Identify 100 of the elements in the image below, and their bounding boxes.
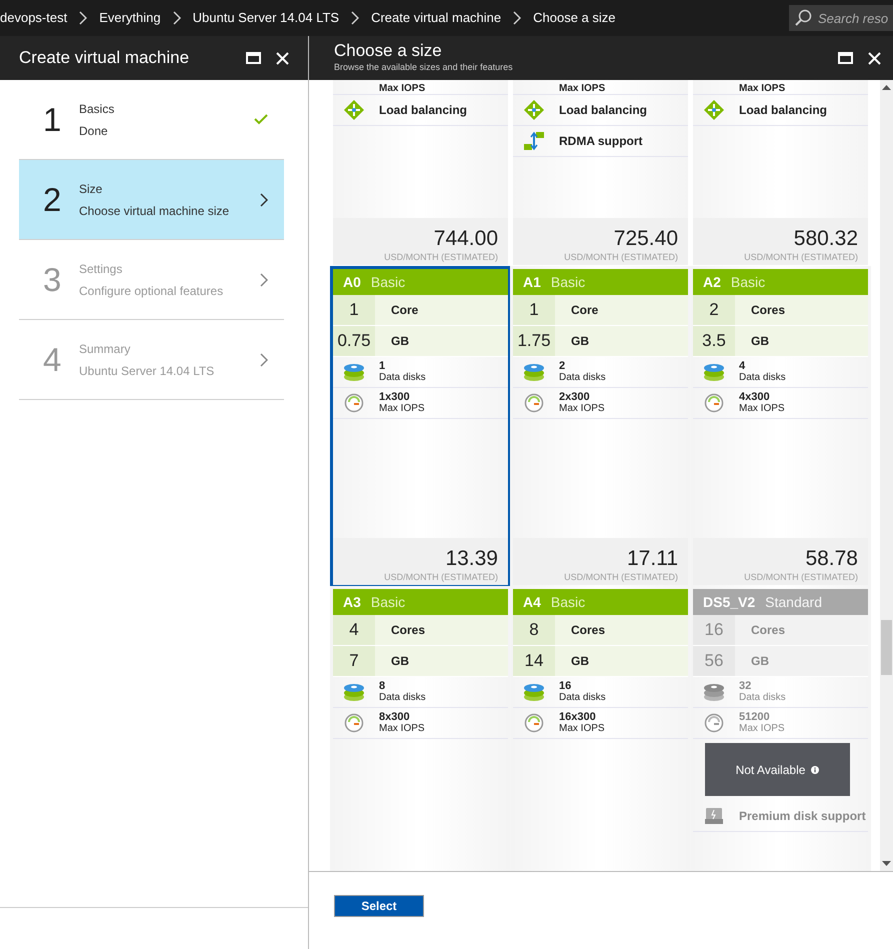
breadcrumb-link[interactable]: Everything bbox=[99, 8, 161, 28]
size-card[interactable]: A2 Basic 2 Cores 3.5 GB 4 Data disks 4x300 Max IOPS 58.78 USD/MONTH (ESTIMATED) bbox=[690, 266, 871, 588]
drive-icon bbox=[704, 807, 724, 825]
scroll-up-icon[interactable] bbox=[882, 84, 891, 90]
chevron-right-icon bbox=[79, 11, 88, 25]
spec-label: Cores bbox=[391, 622, 426, 639]
step-subtitle: Ubuntu Server 14.04 LTS bbox=[79, 362, 216, 380]
blade-subtitle: Browse the available sizes and their features bbox=[334, 61, 514, 74]
step-number: 3 bbox=[43, 260, 62, 300]
feature-label: Data disks bbox=[559, 372, 606, 383]
size-label: A4 bbox=[523, 592, 541, 612]
spec-label: Cores bbox=[751, 302, 786, 319]
feature-value: 32 bbox=[739, 681, 752, 692]
size-card[interactable]: A0 Basic 1 Core 0.75 GB 1 Data disks 1x300 Max IOPS 13.39 USD/MONTH (ESTIMATED) bbox=[330, 266, 511, 588]
wizard-step[interactable]: 2 Size Choose virtual machine size bbox=[19, 160, 284, 240]
feature-label: Max IOPS bbox=[559, 84, 606, 94]
step-subtitle: Configure optional features bbox=[79, 282, 224, 300]
feature-label: Load balancing bbox=[559, 102, 648, 119]
feature-value: 2x300 bbox=[559, 392, 591, 403]
maximize-icon[interactable] bbox=[246, 52, 261, 64]
size-card[interactable]: A3 Basic 4 Cores 7 GB 8 Data disks 8x300 Max IOPS bbox=[330, 586, 511, 871]
gauge-icon bbox=[704, 713, 724, 733]
search-field[interactable]: Search reso bbox=[789, 5, 893, 31]
gauge-icon bbox=[524, 393, 544, 413]
gauge-icon bbox=[704, 393, 724, 413]
spec-value: 8 bbox=[513, 615, 555, 645]
feature-label: Max IOPS bbox=[559, 723, 605, 734]
breadcrumb-link[interactable]: devops-test bbox=[0, 8, 68, 28]
blade-title: Choose a size bbox=[334, 41, 443, 62]
feature-label: Load balancing bbox=[739, 102, 828, 119]
spec-label: GB bbox=[391, 653, 409, 670]
price: 13.39 bbox=[445, 547, 498, 571]
spec-value: 1.75 bbox=[513, 326, 555, 356]
spec-label: Core bbox=[391, 302, 418, 319]
step-title: Summary bbox=[79, 340, 132, 358]
spec-label: GB bbox=[751, 653, 769, 670]
price-unit: USD/MONTH (ESTIMATED) bbox=[564, 251, 678, 263]
size-label: A1 bbox=[523, 272, 541, 292]
size-label: DS5_V2 bbox=[703, 592, 756, 612]
price-unit: USD/MONTH (ESTIMATED) bbox=[564, 571, 678, 583]
size-card[interactable]: Max IOPS Load balancing RDMA support 725.40 USD/MONTH (ESTIMATED) bbox=[513, 80, 688, 265]
tier-label: Basic bbox=[730, 272, 766, 292]
scroll-down-icon[interactable] bbox=[882, 861, 891, 867]
search-icon bbox=[794, 9, 812, 27]
feature-label: Max IOPS bbox=[739, 84, 786, 94]
close-icon[interactable] bbox=[276, 52, 289, 64]
feature-value: 51200 bbox=[739, 712, 771, 723]
price: 744.00 bbox=[434, 227, 498, 251]
size-card[interactable]: DS5_V2 Standard 16 Cores 56 GB 32 Data disks 51200 Max IOPS Not Available Premium disk support bbox=[690, 586, 871, 871]
breadcrumb-link[interactable]: Choose a size bbox=[533, 8, 616, 28]
price: 580.32 bbox=[794, 227, 858, 251]
chip-arrow-icon bbox=[523, 130, 545, 152]
price: 58.78 bbox=[805, 547, 858, 571]
info-icon bbox=[811, 766, 820, 774]
chevron-right-icon bbox=[260, 352, 268, 366]
feature-value: 1 bbox=[379, 361, 386, 372]
breadcrumb-link[interactable]: Ubuntu Server 14.04 LTS bbox=[192, 8, 340, 28]
spec-label: Cores bbox=[571, 622, 606, 639]
feature-label: Max IOPS bbox=[739, 723, 785, 734]
step-title: Basics bbox=[79, 100, 116, 118]
feature-label: Max IOPS bbox=[379, 84, 426, 94]
chevron-right-icon bbox=[260, 272, 268, 286]
spec-label: GB bbox=[571, 333, 589, 350]
disk-stack-icon bbox=[343, 682, 365, 702]
disk-stack-icon bbox=[343, 362, 365, 382]
disk-stack-icon bbox=[703, 682, 725, 702]
maximize-icon[interactable] bbox=[838, 52, 853, 64]
feature-value: 4 bbox=[739, 361, 746, 372]
step-subtitle: Choose virtual machine size bbox=[79, 202, 230, 220]
feature-label: Premium disk support bbox=[739, 808, 866, 825]
close-icon[interactable] bbox=[868, 52, 881, 64]
tier-label: Basic bbox=[370, 592, 406, 612]
size-card[interactable]: A1 Basic 1 Core 1.75 GB 2 Data disks 2x300 Max IOPS 17.11 USD/MONTH (ESTIMATED) bbox=[510, 266, 691, 588]
feature-value: 4x300 bbox=[739, 392, 771, 403]
feature-label: Data disks bbox=[379, 372, 426, 383]
size-card[interactable]: Max IOPS Load balancing 744.00 USD/MONTH (ESTIMATED) bbox=[333, 80, 508, 265]
spec-label: GB bbox=[751, 333, 769, 350]
gauge-icon bbox=[524, 713, 544, 733]
feature-label: Data disks bbox=[379, 692, 426, 703]
spec-value: 16 bbox=[693, 615, 735, 645]
feature-label: Max IOPS bbox=[559, 403, 605, 414]
scroll-thumb[interactable] bbox=[881, 620, 892, 675]
feature-value: 1x300 bbox=[379, 392, 411, 403]
breadcrumb-link[interactable]: Create virtual machine bbox=[371, 8, 502, 28]
size-label: A3 bbox=[343, 592, 361, 612]
feature-label: Data disks bbox=[739, 372, 786, 383]
select-button[interactable]: Select bbox=[334, 895, 424, 917]
feature-label: Data disks bbox=[559, 692, 606, 703]
size-card[interactable]: Max IOPS Load balancing 580.32 USD/MONTH (ESTIMATED) bbox=[693, 80, 868, 265]
step-number: 2 bbox=[43, 180, 62, 220]
scrollbar[interactable] bbox=[880, 80, 893, 871]
price-unit: USD/MONTH (ESTIMATED) bbox=[744, 571, 858, 583]
price-unit: USD/MONTH (ESTIMATED) bbox=[744, 251, 858, 263]
spec-value: 14 bbox=[513, 646, 555, 676]
step-number: 4 bbox=[43, 340, 62, 380]
blade-title: Create virtual machine bbox=[19, 47, 190, 70]
feature-value: 16 bbox=[559, 681, 572, 692]
step-title: Size bbox=[79, 180, 104, 198]
spec-label: GB bbox=[391, 333, 409, 350]
size-card[interactable]: A4 Basic 8 Cores 14 GB 16 Data disks 16x300 Max IOPS bbox=[510, 586, 691, 871]
